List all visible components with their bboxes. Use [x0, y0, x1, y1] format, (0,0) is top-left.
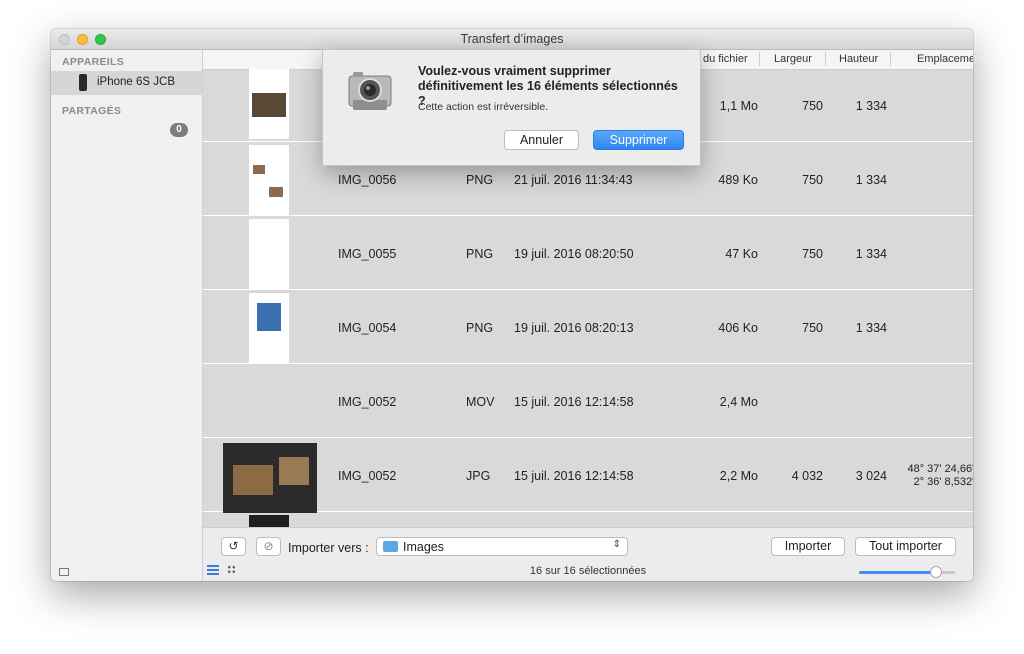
delete-icon[interactable]: ⊘ [256, 537, 281, 556]
thumbnail-photo [269, 187, 283, 197]
file-size: 489 Ko [718, 173, 758, 187]
sidebar-image-icon[interactable] [59, 568, 69, 576]
folder-icon [383, 541, 398, 552]
thumbnail-photo [279, 457, 309, 485]
file-width: 750 [802, 99, 823, 113]
devices-header: APPAREILS [62, 56, 125, 68]
thumbnail [249, 69, 289, 139]
table-row[interactable]: IMG_0054 PNG 19 juil. 2016 08:20:13 406 … [203, 291, 973, 364]
import-button[interactable]: Importer [771, 537, 845, 556]
shared-header: PARTAGÉS [62, 105, 122, 117]
destination-value: Images [403, 540, 444, 554]
confirm-delete-button[interactable]: Supprimer [593, 130, 684, 150]
thumbnail-size-slider[interactable] [859, 566, 955, 578]
column-size[interactable]: du fichier [703, 53, 748, 65]
file-type: PNG [466, 247, 494, 261]
window-title: Transfert d’images [460, 32, 564, 46]
file-location: 48° 37' 24,66" 2° 36' 8,532" [906, 463, 973, 489]
file-size: 406 Ko [718, 321, 758, 335]
file-name: IMG_0056 [338, 173, 397, 187]
file-type: PNG [466, 321, 494, 335]
file-height: 3 024 [855, 469, 887, 483]
file-width: 750 [802, 321, 823, 335]
file-width: 750 [802, 173, 823, 187]
file-size: 2,2 Mo [719, 469, 758, 483]
file-size: 2,4 Mo [719, 395, 758, 409]
file-size: 1,1 Mo [719, 99, 758, 113]
location-longitude: 2° 36' 8,532" [913, 476, 973, 488]
image-capture-app-icon [348, 72, 392, 110]
thumbnail-photo [253, 165, 265, 174]
sidebar: APPAREILS iPhone 6S JCB PARTAGÉS 0 [51, 50, 203, 581]
thumbnail [249, 293, 289, 363]
table-row[interactable] [203, 513, 973, 528]
file-height: 1 334 [855, 99, 887, 113]
file-date: 19 juil. 2016 08:20:50 [514, 247, 634, 261]
file-date: 15 juil. 2016 12:14:58 [514, 395, 634, 409]
column-divider [890, 52, 891, 66]
sidebar-item-iphone[interactable]: iPhone 6S JCB [51, 71, 202, 95]
column-divider [825, 52, 826, 66]
file-height: 1 334 [855, 321, 887, 335]
phone-icon [79, 74, 87, 91]
file-width: 4 032 [791, 469, 823, 483]
thumbnail [249, 219, 289, 289]
file-date: 15 juil. 2016 12:14:58 [514, 469, 634, 483]
file-type: JPG [466, 469, 491, 483]
rotate-icon[interactable]: ↺ [221, 537, 246, 556]
thumbnail [249, 145, 289, 215]
thumbnail-photo [252, 93, 286, 117]
table-row[interactable]: IMG_0052 JPG 15 juil. 2016 12:14:58 2,2 … [203, 439, 973, 513]
column-height[interactable]: Hauteur [839, 53, 878, 65]
file-type: MOV [466, 395, 495, 409]
file-width: 750 [802, 247, 823, 261]
shared-count-badge: 0 [170, 123, 188, 137]
destination-select[interactable]: Images ⇕ [376, 537, 628, 556]
file-date: 21 juil. 2016 11:34:43 [514, 173, 633, 187]
thumbnail-photo [233, 465, 273, 495]
table-row[interactable]: IMG_0052 MOV 15 juil. 2016 12:14:58 2,4 … [203, 365, 973, 438]
dialog-message: Cette action est irréversible. [418, 101, 549, 113]
cancel-button[interactable]: Annuler [504, 130, 579, 150]
import-to-label: Importer vers : [288, 541, 369, 555]
import-all-button[interactable]: Tout importer [855, 537, 956, 556]
table-row[interactable]: IMG_0055 PNG 19 juil. 2016 08:20:50 47 K… [203, 217, 973, 290]
column-width[interactable]: Largeur [774, 53, 812, 65]
device-name: iPhone 6S JCB [97, 76, 175, 88]
delete-confirmation-dialog: Voulez-vous vraiment supprimer définitiv… [322, 49, 701, 166]
file-name: IMG_0055 [338, 247, 397, 261]
file-height: 1 334 [855, 173, 887, 187]
import-toolbar: ↺ ⊘ Importer vers : Images ⇕ Importer To… [203, 527, 973, 562]
chevron-updown-icon: ⇕ [612, 539, 621, 550]
column-divider [759, 52, 760, 66]
slider-fill [859, 571, 936, 574]
file-name: IMG_0052 [338, 395, 397, 409]
title-bar: Transfert d’images [51, 29, 973, 50]
status-bar: 16 sur 16 sélectionnées [203, 561, 973, 581]
thumbnail-photo [257, 303, 281, 331]
file-type: PNG [466, 173, 494, 187]
slider-knob[interactable] [929, 566, 942, 578]
location-latitude: 48° 37' 24,66" [907, 463, 973, 475]
thumbnail [223, 443, 317, 513]
file-height: 1 334 [855, 247, 887, 261]
file-name: IMG_0054 [338, 321, 397, 335]
file-size: 47 Ko [725, 247, 758, 261]
file-name: IMG_0052 [338, 469, 397, 483]
column-location[interactable]: Emplacement [917, 53, 973, 65]
file-date: 19 juil. 2016 08:20:13 [514, 321, 634, 335]
selection-status: 16 sur 16 sélectionnées [529, 565, 647, 577]
